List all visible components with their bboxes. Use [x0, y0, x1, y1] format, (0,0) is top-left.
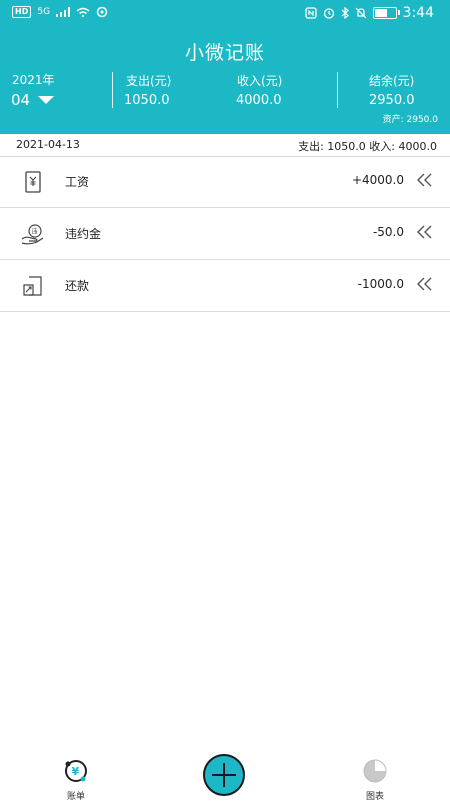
- bill-icon: ¥: [65, 760, 87, 782]
- summary-header: 小微记账 2021年 04 支出(元) 1050.0 收入(元) 4000.0 …: [0, 28, 450, 134]
- status-left: HD 5G: [12, 6, 108, 18]
- income-total: 4000.0: [236, 93, 282, 108]
- nav-bills[interactable]: ¥ 账单: [56, 758, 96, 802]
- repayment-icon: [23, 276, 42, 296]
- nav-bills-label: 账单: [66, 792, 85, 802]
- penalty-icon: 违: [21, 224, 44, 245]
- double-chevron-left-icon: [417, 173, 432, 187]
- record-amount: -50.0: [372, 225, 404, 239]
- plus-icon: [212, 763, 236, 787]
- hotspot-icon: [96, 6, 108, 18]
- pie-chart-icon: [363, 759, 387, 783]
- network-type: 5G: [37, 7, 51, 17]
- nav-charts[interactable]: 图表: [355, 758, 395, 802]
- nfc-icon: [304, 7, 317, 19]
- double-chevron-left-icon: [417, 225, 432, 239]
- assets-total: 资产: 2950.0: [382, 115, 438, 125]
- app-title: 小微记账: [184, 42, 265, 64]
- add-record-button[interactable]: [203, 754, 245, 796]
- income-label: 收入(元): [237, 74, 283, 88]
- record-amount: +4000.0: [351, 173, 404, 187]
- record-label: 还款: [65, 279, 90, 293]
- month-picker[interactable]: 04: [11, 91, 55, 109]
- expense-total: 1050.0: [124, 93, 170, 108]
- nav-charts-label: 图表: [365, 792, 384, 802]
- record-list: 工资 +4000.0 违 违约金 -50.0 还款 -1000.0: [0, 156, 450, 312]
- bluetooth-icon: [341, 7, 349, 19]
- status-right: 3:44: [304, 5, 434, 21]
- year-label: 2021年: [12, 73, 55, 87]
- salary-icon: [25, 171, 41, 193]
- month-value: 04: [11, 91, 31, 109]
- expense-label: 支出(元): [126, 74, 172, 88]
- divider: [337, 72, 338, 108]
- record-label: 工资: [65, 175, 90, 189]
- mute-icon: [355, 7, 366, 19]
- caret-down-icon: [38, 96, 55, 104]
- double-chevron-left-icon: [417, 277, 432, 291]
- wifi-icon: [76, 7, 90, 17]
- day-date: 2021-04-13: [16, 138, 80, 151]
- status-bar: HD 5G 3:44: [0, 0, 450, 28]
- record-label: 违约金: [65, 227, 102, 241]
- hd-badge: HD: [12, 6, 32, 18]
- svg-text:违: 违: [32, 229, 38, 236]
- divider: [112, 72, 113, 108]
- balance-label: 结余(元): [369, 74, 415, 88]
- signal-icon: [56, 7, 71, 17]
- day-summary-row: 2021-04-13 支出: 1050.0 收入: 4000.0: [0, 134, 450, 157]
- list-item[interactable]: 还款 -1000.0: [0, 260, 450, 312]
- list-item[interactable]: 违 违约金 -50.0: [0, 208, 450, 260]
- battery-icon: [372, 7, 400, 19]
- balance-total: 2950.0: [369, 93, 415, 108]
- record-amount: -1000.0: [357, 277, 404, 291]
- list-item[interactable]: 工资 +4000.0: [0, 156, 450, 208]
- alarm-icon: [323, 8, 334, 19]
- svg-text:¥: ¥: [72, 765, 80, 778]
- battery-level: [374, 9, 387, 17]
- clock: 3:44: [402, 5, 434, 21]
- day-summary: 支出: 1050.0 收入: 4000.0: [298, 140, 437, 153]
